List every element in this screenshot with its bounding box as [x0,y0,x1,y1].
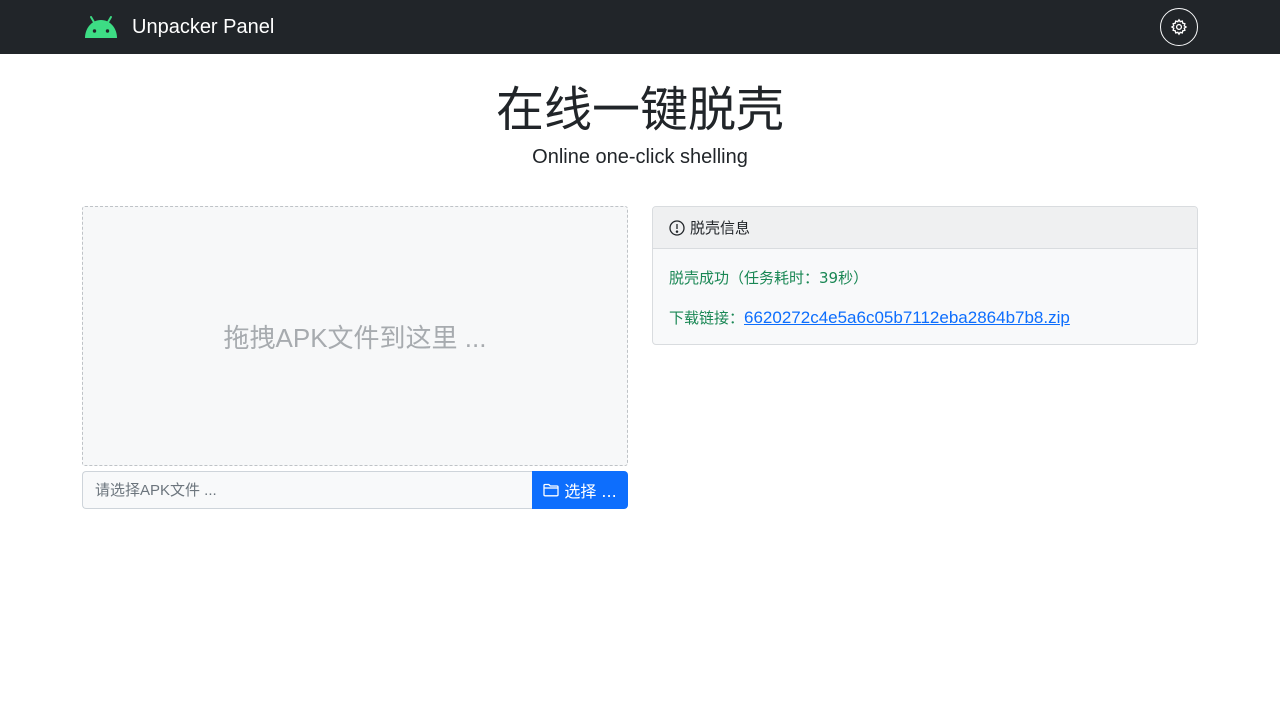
top-navbar: Unpacker Panel [0,0,1280,54]
page-title: 在线一键脱壳 [495,82,784,138]
info-card-header: 脱壳信息 [653,207,1197,249]
gear-icon [1170,18,1188,36]
brand-title: Unpacker Panel [132,15,275,38]
info-card-body: 脱壳成功（任务耗时：39秒） 下载链接：6620272c4e5a6c05b711… [653,249,1197,344]
unpack-status: 脱壳成功（任务耗时：39秒） [669,269,869,287]
apk-file-input[interactable] [82,471,532,509]
page-subtitle: Online one-click shelling [532,146,748,168]
download-row: 下载链接：6620272c4e5a6c05b7112eba2864b7b8.zi… [669,306,1181,330]
navbar-brand[interactable]: Unpacker Panel [82,0,274,54]
unpack-info-card: 脱壳信息 脱壳成功（任务耗时：39秒） 下载链接：6620272c4e5a6c0… [652,206,1198,345]
settings-button[interactable] [1160,8,1198,46]
file-picker-group: 选择 ... [82,471,628,509]
choose-file-button[interactable]: 选择 ... [532,471,628,509]
apk-dropzone[interactable]: 拖拽APK文件到这里 ... [82,206,628,466]
exclamation-circle-icon [669,219,685,236]
download-link[interactable]: 6620272c4e5a6c05b7112eba2864b7b8.zip [744,308,1070,327]
dropzone-hint: 拖拽APK文件到这里 ... [223,322,487,353]
download-prefix: 下载链接： [669,309,745,327]
choose-button-label: 选择 ... [564,482,617,501]
android-icon [85,16,117,38]
info-card-title: 脱壳信息 [690,219,751,237]
folder-icon [543,483,559,497]
